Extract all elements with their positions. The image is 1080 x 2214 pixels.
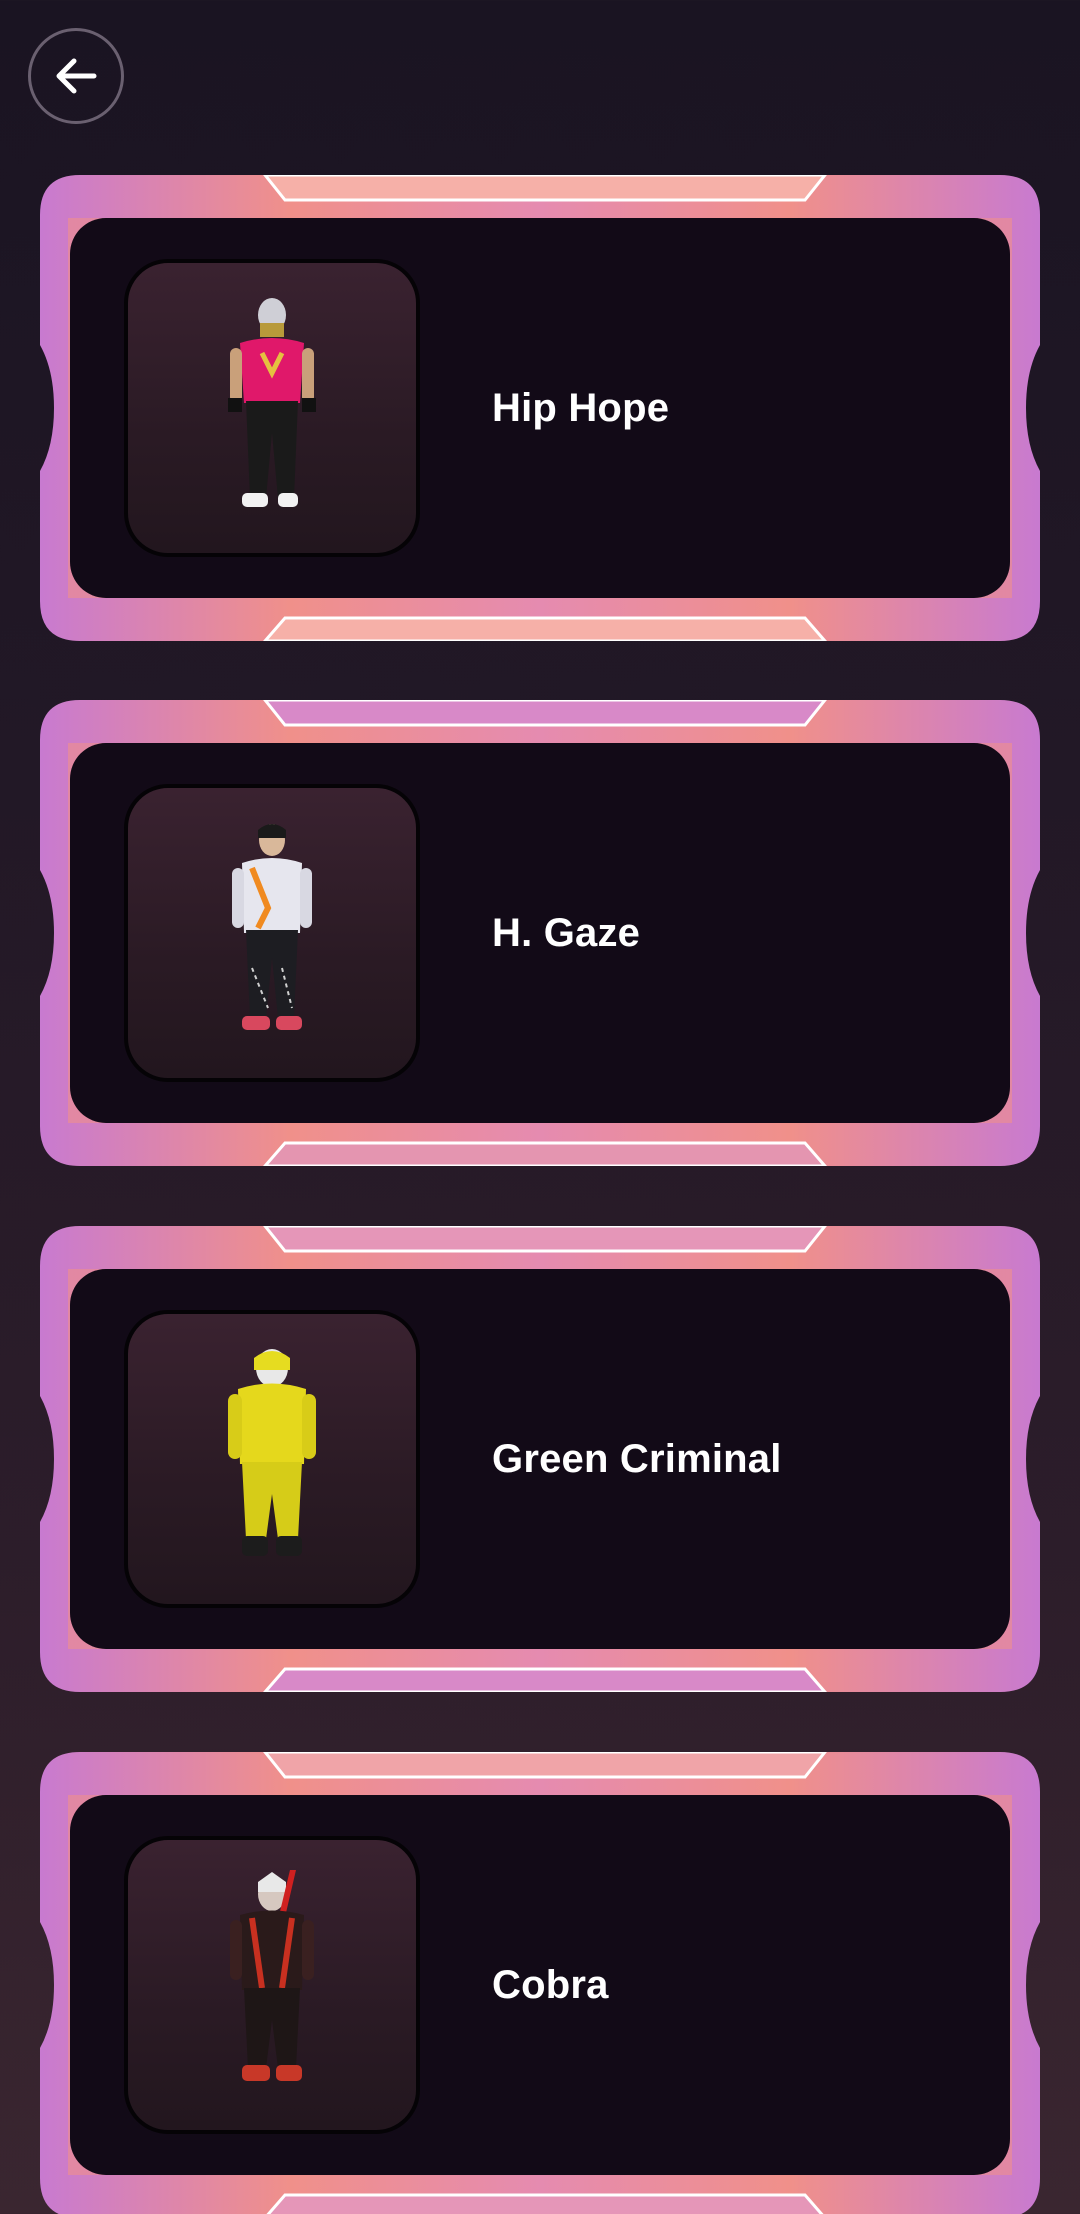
card-body bbox=[70, 218, 1010, 598]
card-body bbox=[70, 743, 1010, 1123]
character-card[interactable] bbox=[40, 1226, 1040, 1692]
character-card[interactable] bbox=[40, 700, 1040, 1166]
card-body bbox=[70, 1795, 1010, 2175]
character-card[interactable] bbox=[40, 1752, 1040, 2214]
character-card[interactable] bbox=[40, 175, 1040, 641]
card-body bbox=[70, 1269, 1010, 1649]
character-list bbox=[0, 0, 1080, 2214]
